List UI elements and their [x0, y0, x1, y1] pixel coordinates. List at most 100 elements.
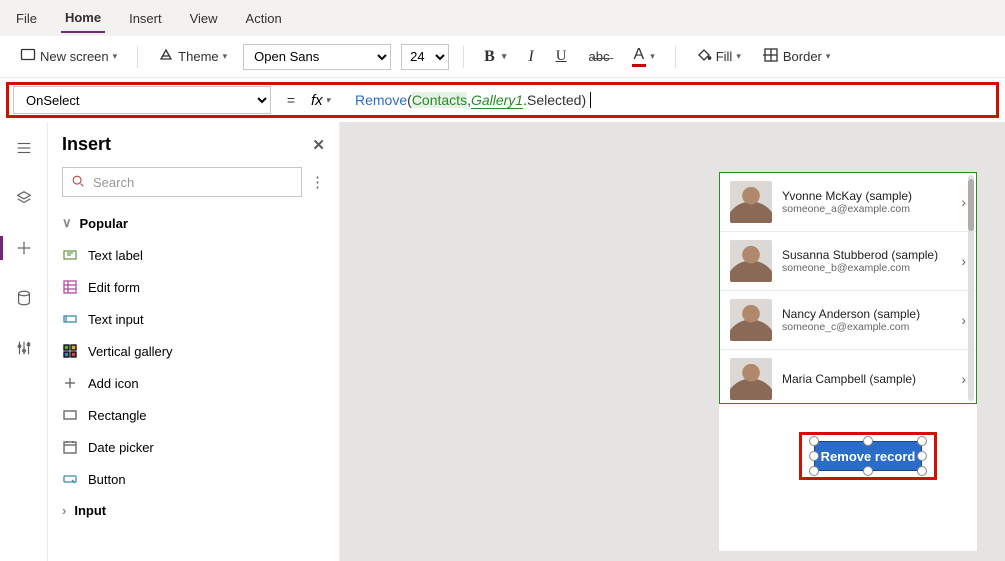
close-icon[interactable]: ✕: [312, 136, 325, 154]
border-button[interactable]: Border ▾: [757, 43, 837, 70]
chevron-right-icon[interactable]: ›: [961, 253, 966, 269]
menu-bar: File Home Insert View Action: [0, 0, 1005, 36]
separator: [463, 46, 464, 68]
more-options-icon[interactable]: ⋮: [310, 173, 325, 191]
fill-button[interactable]: Fill ▾: [690, 43, 747, 70]
rectangle-icon: [62, 407, 78, 423]
plus-icon: [62, 375, 78, 391]
chevron-down-icon: ▾: [223, 51, 228, 62]
fx-button[interactable]: fx ▾: [311, 92, 349, 109]
contact-name: Susanna Stubberod (sample): [782, 248, 951, 262]
insert-add-icon[interactable]: Add icon: [48, 367, 339, 399]
contact-email: someone_b@example.com: [782, 262, 951, 274]
screen-icon: [20, 47, 36, 66]
gallery-row[interactable]: Nancy Anderson (sample) someone_c@exampl…: [720, 291, 976, 350]
tools-icon[interactable]: [8, 332, 40, 364]
strikethrough-button[interactable]: a̶b̶c̶: [583, 45, 616, 68]
paint-bucket-icon: [696, 47, 712, 66]
canvas[interactable]: Yvonne McKay (sample) someone_a@example.…: [340, 122, 1005, 561]
search-input[interactable]: Search: [62, 167, 302, 197]
button-icon: [62, 471, 78, 487]
insert-rectangle[interactable]: Rectangle: [48, 399, 339, 431]
left-rail: [0, 122, 48, 561]
insert-icon[interactable]: [8, 232, 40, 264]
menu-view[interactable]: View: [186, 5, 222, 32]
chevron-right-icon[interactable]: ›: [961, 194, 966, 210]
gallery-icon: [62, 343, 78, 359]
ribbon-toolbar: New screen ▾ Theme ▾ Open Sans 24 B▾ I U…: [0, 36, 1005, 78]
scrollbar[interactable]: [968, 175, 974, 401]
resize-handle[interactable]: [863, 466, 873, 476]
underline-button[interactable]: U: [550, 44, 573, 69]
tree-view-icon[interactable]: [8, 132, 40, 164]
gallery-row[interactable]: Yvonne McKay (sample) someone_a@example.…: [720, 173, 976, 232]
fill-label: Fill: [716, 49, 733, 64]
formula-input[interactable]: Remove ( Contacts , Gallery1 .Selected ): [355, 86, 685, 114]
category-input[interactable]: › Input: [48, 495, 339, 526]
chevron-down-icon: ▾: [326, 95, 331, 106]
contact-email: someone_c@example.com: [782, 321, 951, 333]
insert-text-input[interactable]: Text input: [48, 303, 339, 335]
insert-text-label[interactable]: Text label: [48, 239, 339, 271]
chevron-right-icon[interactable]: ›: [961, 371, 966, 387]
text-label-icon: [62, 247, 78, 263]
property-select[interactable]: OnSelect: [13, 86, 271, 114]
italic-button[interactable]: I: [522, 44, 539, 70]
insert-panel-title: Insert: [62, 134, 111, 155]
chevron-down-icon: ▾: [650, 51, 655, 62]
avatar: [730, 240, 772, 282]
form-icon: [62, 279, 78, 295]
workspace: Insert ✕ Search ⋮ ∨ Popular Text label E…: [0, 122, 1005, 561]
text-input-icon: [62, 311, 78, 327]
chevron-down-icon: ∨: [62, 215, 72, 231]
search-placeholder: Search: [93, 175, 134, 190]
insert-button[interactable]: Button: [48, 463, 339, 495]
resize-handle[interactable]: [917, 451, 927, 461]
selection-highlight: Remove record: [799, 432, 937, 480]
theme-label: Theme: [178, 49, 218, 64]
contact-name: Nancy Anderson (sample): [782, 307, 951, 321]
formula-bar: OnSelect = fx ▾ Remove ( Contacts , Gall…: [6, 82, 999, 118]
chevron-down-icon: ▾: [826, 51, 831, 62]
insert-date-picker[interactable]: Date picker: [48, 431, 339, 463]
font-select[interactable]: Open Sans: [243, 44, 391, 70]
gallery-control[interactable]: Yvonne McKay (sample) someone_a@example.…: [719, 172, 977, 404]
bold-button[interactable]: B▾: [478, 44, 512, 70]
equals-sign: =: [277, 92, 305, 108]
contact-name: Yvonne McKay (sample): [782, 189, 951, 203]
resize-handle[interactable]: [809, 451, 819, 461]
font-size-select[interactable]: 24: [401, 44, 449, 70]
calendar-icon: [62, 439, 78, 455]
resize-handle[interactable]: [809, 466, 819, 476]
insert-edit-form[interactable]: Edit form: [48, 271, 339, 303]
menu-home[interactable]: Home: [61, 4, 105, 33]
category-popular[interactable]: ∨ Popular: [48, 207, 339, 239]
avatar: [730, 358, 772, 400]
menu-insert[interactable]: Insert: [125, 5, 166, 32]
layers-icon[interactable]: [8, 182, 40, 214]
gallery-row[interactable]: Maria Campbell (sample) ›: [720, 350, 976, 404]
resize-handle[interactable]: [863, 436, 873, 446]
data-icon[interactable]: [8, 282, 40, 314]
menu-file[interactable]: File: [12, 5, 41, 32]
border-label: Border: [783, 49, 822, 64]
chevron-right-icon[interactable]: ›: [961, 312, 966, 328]
contact-name: Maria Campbell (sample): [782, 372, 951, 386]
theme-button[interactable]: Theme ▾: [152, 43, 233, 70]
separator: [675, 46, 676, 68]
resize-handle[interactable]: [917, 436, 927, 446]
resize-handle[interactable]: [809, 436, 819, 446]
chevron-right-icon: ›: [62, 503, 66, 518]
new-screen-button[interactable]: New screen ▾: [14, 43, 123, 70]
theme-icon: [158, 47, 174, 66]
gallery-row[interactable]: Susanna Stubberod (sample) someone_b@exa…: [720, 232, 976, 291]
contact-email: someone_a@example.com: [782, 203, 951, 215]
avatar: [730, 299, 772, 341]
separator: [137, 46, 138, 68]
font-color-button[interactable]: A ▾: [626, 42, 661, 71]
menu-action[interactable]: Action: [242, 5, 286, 32]
chevron-down-icon: ▾: [502, 51, 507, 62]
insert-vertical-gallery[interactable]: Vertical gallery: [48, 335, 339, 367]
remove-record-button[interactable]: Remove record: [814, 441, 922, 471]
resize-handle[interactable]: [917, 466, 927, 476]
